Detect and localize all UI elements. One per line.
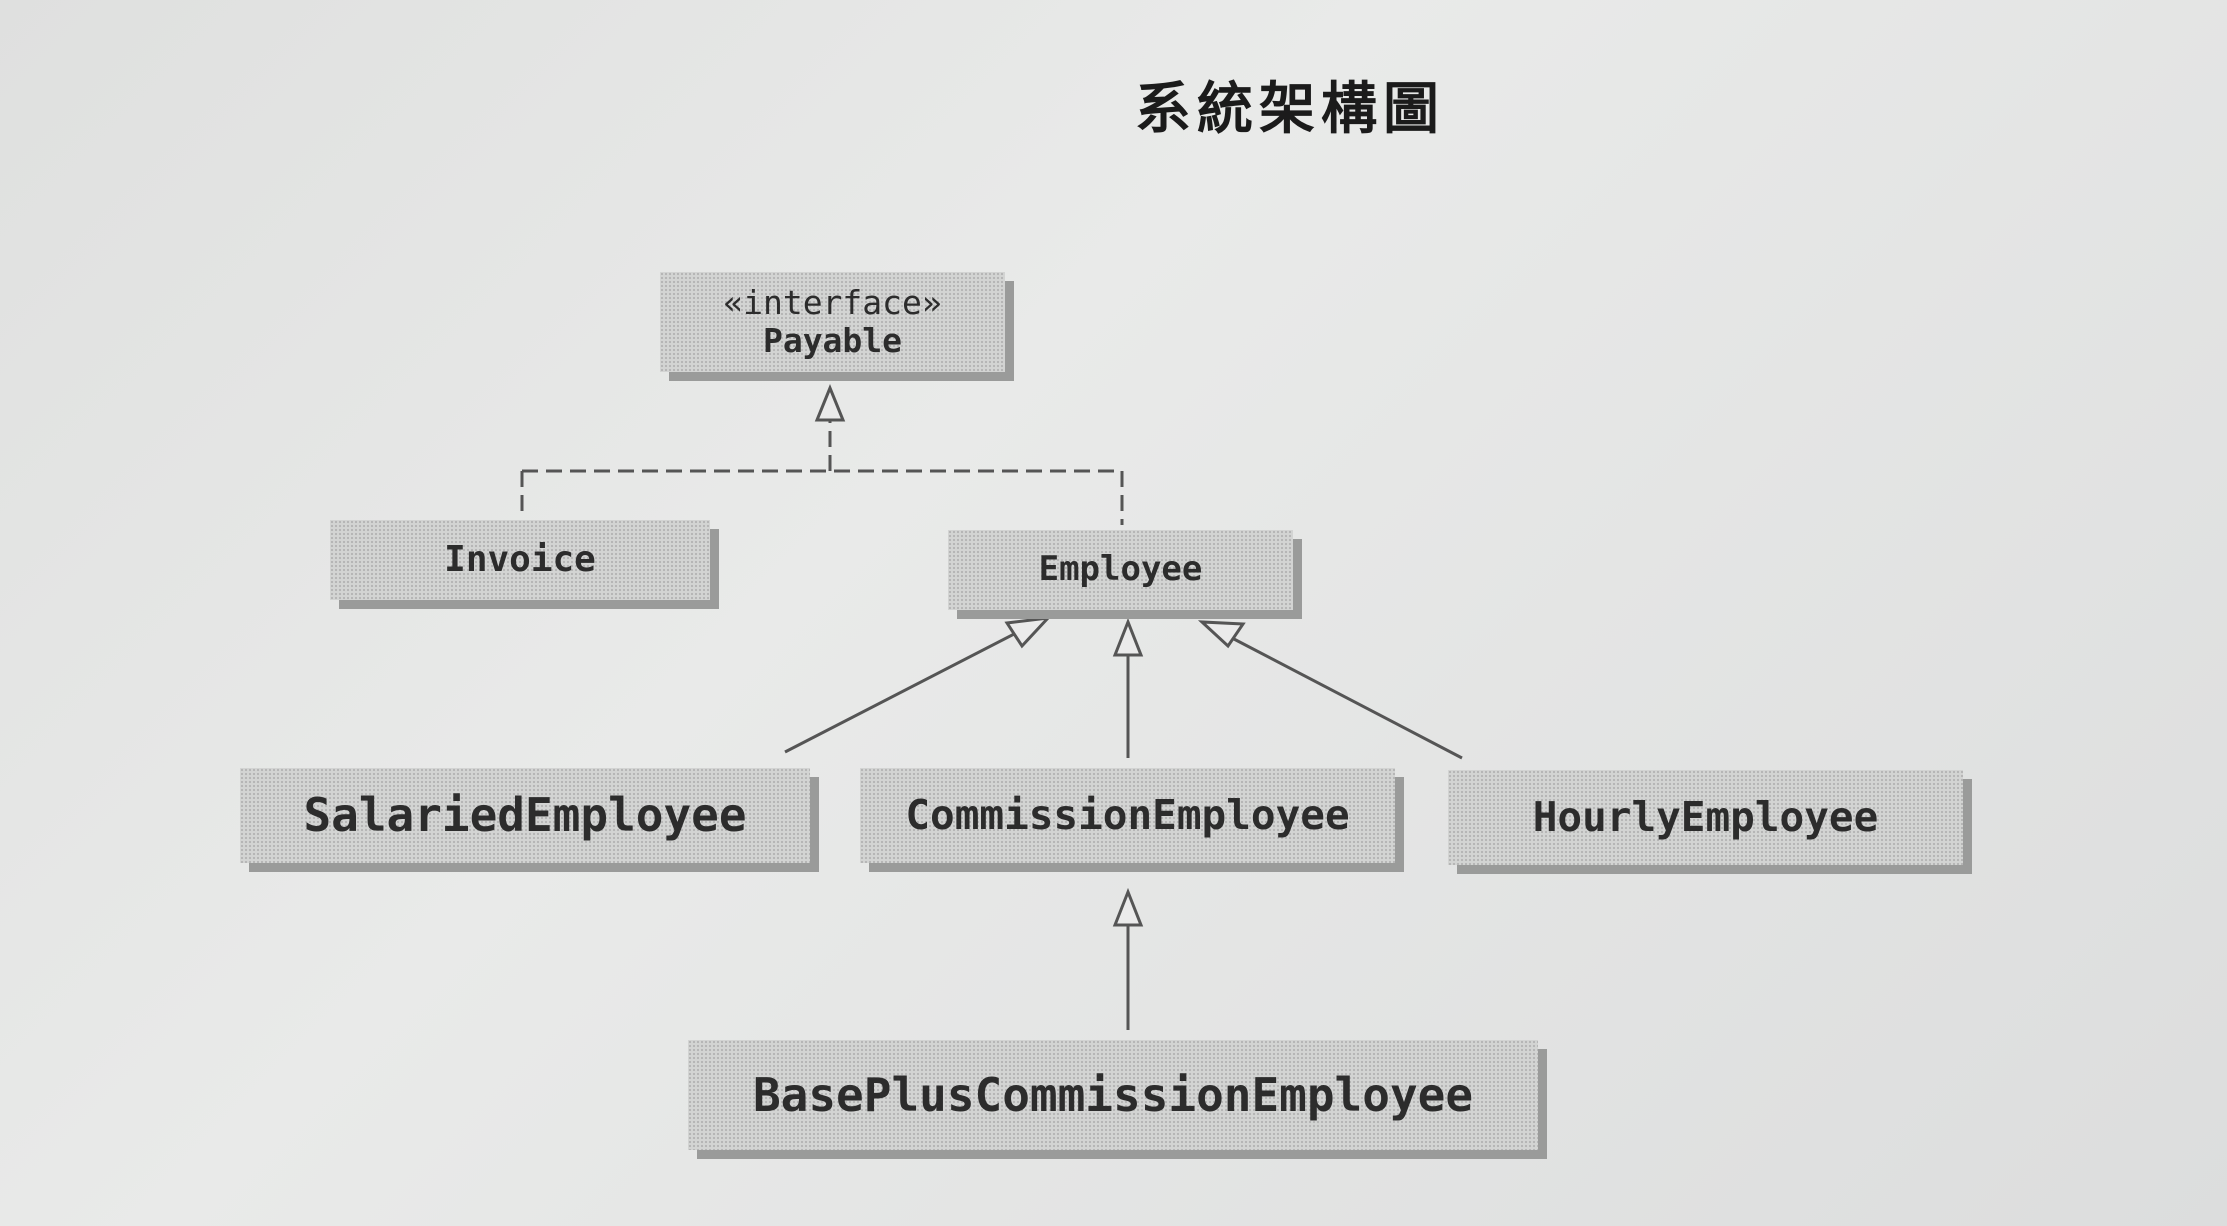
payable-realization-arrowhead xyxy=(814,384,846,422)
realization-lines xyxy=(520,420,1124,525)
commission-generalization-arrowhead xyxy=(1112,617,1144,657)
baseplus-generalization-arrowhead xyxy=(1112,887,1144,927)
salaried-class-name: SalariedEmployee xyxy=(303,788,747,843)
baseplus-class-box: BasePlusCommissionEmployee xyxy=(688,1040,1538,1150)
invoice-class-box: Invoice xyxy=(330,520,710,600)
hourly-generalization-arrowhead xyxy=(1197,620,1246,649)
invoice-class-name: Invoice xyxy=(444,539,596,581)
hourly-generalization-line xyxy=(1231,636,1463,760)
salaried-class-box: SalariedEmployee xyxy=(240,768,810,863)
commission-class-box: CommissionEmployee xyxy=(860,768,1395,863)
hourly-class-box: HourlyEmployee xyxy=(1448,770,1963,865)
commission-class-name: CommissionEmployee xyxy=(905,790,1350,839)
payable-class-name: Payable xyxy=(762,321,903,360)
employee-class-name: Employee xyxy=(1038,549,1203,590)
salaried-generalization-line xyxy=(784,630,1019,754)
baseplus-class-name: BasePlusCommissionEmployee xyxy=(752,1067,1474,1122)
salaried-generalization-arrowhead xyxy=(1004,616,1052,649)
payable-stereotype: «interface» xyxy=(723,283,942,323)
employee-class-box: Employee xyxy=(948,530,1293,610)
payable-class-box: «interface» Payable xyxy=(660,272,1005,372)
hourly-class-name: HourlyEmployee xyxy=(1532,792,1879,841)
